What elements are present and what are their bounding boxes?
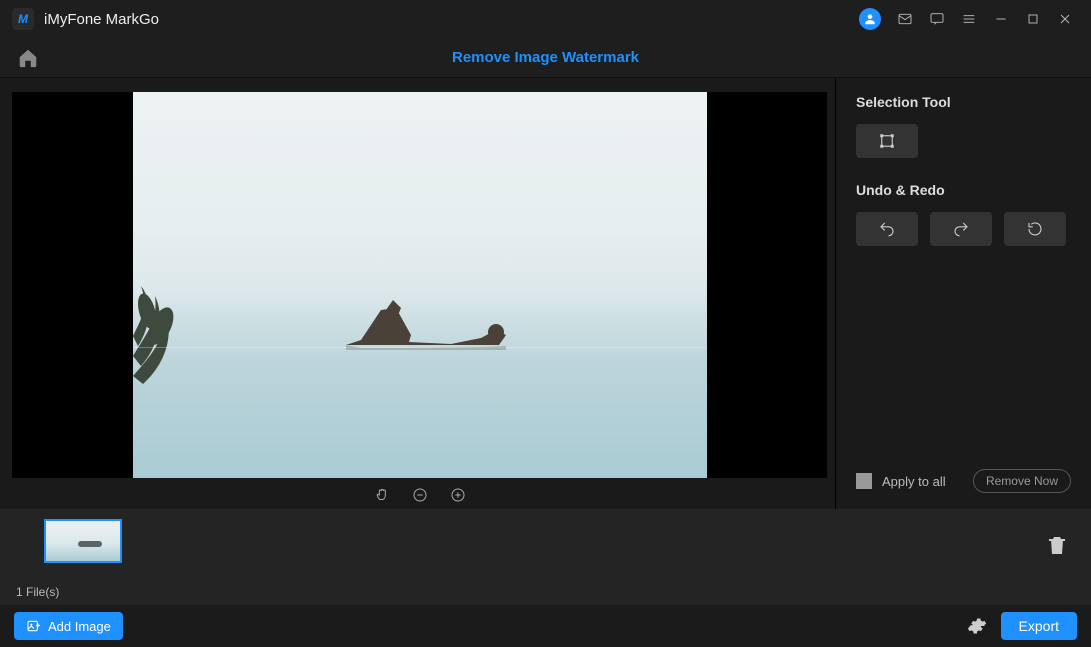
zoom-in-icon (450, 487, 466, 503)
file-count-label: 1 File(s) (16, 585, 59, 599)
canvas-view[interactable] (12, 92, 827, 478)
selection-tool-heading: Selection Tool (856, 94, 1071, 110)
canvas-column (0, 78, 835, 509)
home-button[interactable] (14, 44, 42, 72)
undo-redo-heading: Undo & Redo (856, 182, 1071, 198)
reset-button[interactable] (1004, 212, 1066, 246)
zoom-out-icon (412, 487, 428, 503)
hand-icon (374, 487, 390, 503)
maximize-button[interactable] (1017, 3, 1049, 35)
app-title: iMyFone MarkGo (44, 11, 159, 28)
titlebar: M iMyFone MarkGo (0, 0, 1091, 38)
image-preview (133, 92, 707, 478)
reset-icon (1026, 220, 1044, 238)
bottom-bar: Add Image Export (0, 605, 1091, 647)
undo-icon (878, 220, 896, 238)
main-area: Selection Tool Undo & Redo (0, 78, 1091, 509)
header: Remove Image Watermark (0, 38, 1091, 78)
export-button[interactable]: Export (1001, 612, 1077, 640)
rectangle-select-icon (878, 132, 896, 150)
thumbnail-item[interactable] (44, 519, 122, 563)
remove-now-button[interactable]: Remove Now (973, 469, 1071, 493)
page-title: Remove Image Watermark (42, 49, 1049, 66)
app-logo: M (12, 8, 34, 30)
pan-tool[interactable] (374, 487, 390, 503)
redo-button[interactable] (930, 212, 992, 246)
apply-to-all-label: Apply to all (882, 474, 963, 489)
mail-icon[interactable] (889, 3, 921, 35)
account-avatar[interactable] (859, 8, 881, 30)
menu-icon[interactable] (953, 3, 985, 35)
zoom-out-button[interactable] (412, 487, 428, 503)
gear-icon (967, 616, 987, 636)
rectangle-select-button[interactable] (856, 124, 918, 158)
canvas-tools (12, 480, 827, 509)
trash-icon (1045, 533, 1069, 557)
close-button[interactable] (1049, 3, 1081, 35)
zoom-in-button[interactable] (450, 487, 466, 503)
sidebar: Selection Tool Undo & Redo (835, 78, 1091, 509)
add-image-icon (26, 618, 42, 634)
settings-button[interactable] (967, 616, 987, 636)
feedback-icon[interactable] (921, 3, 953, 35)
home-icon (17, 47, 39, 69)
sidebar-footer: Apply to all Remove Now (856, 469, 1071, 493)
plant-decoration (133, 276, 193, 386)
user-icon (863, 12, 877, 26)
undo-button[interactable] (856, 212, 918, 246)
delete-button[interactable] (1045, 533, 1069, 560)
thumbnail-strip: 1 File(s) (0, 509, 1091, 605)
apply-to-all-checkbox[interactable] (856, 473, 872, 489)
person-decoration (331, 290, 551, 350)
redo-icon (952, 220, 970, 238)
add-image-label: Add Image (48, 619, 111, 634)
add-image-button[interactable]: Add Image (14, 612, 123, 640)
minimize-button[interactable] (985, 3, 1017, 35)
